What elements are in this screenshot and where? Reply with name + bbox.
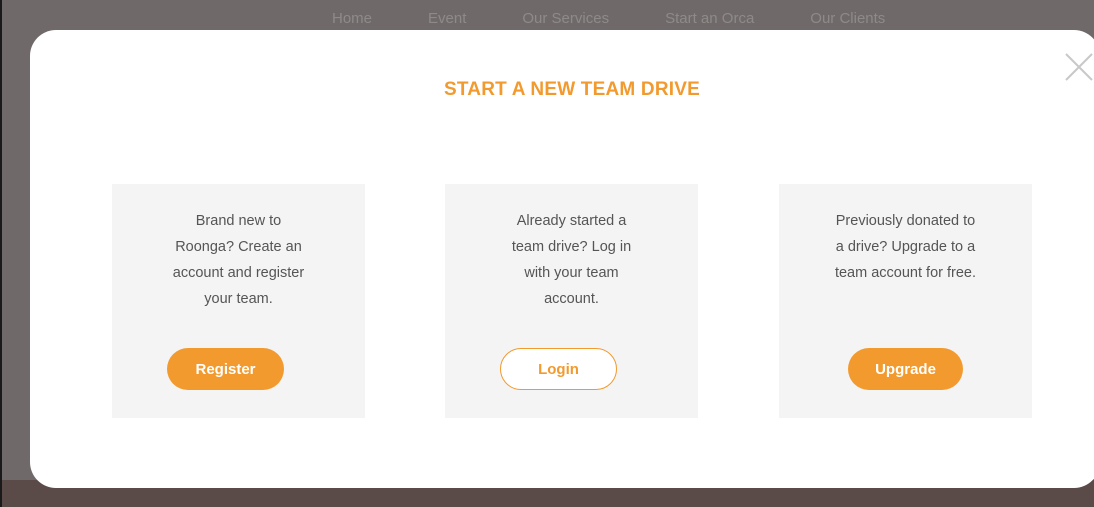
card-text-line: team account for free. <box>834 265 977 281</box>
card-text-line: your team. <box>204 291 273 307</box>
card-text-line: account and register <box>172 265 305 281</box>
card-text-line: with your team <box>524 265 619 281</box>
background-nav-item: Home <box>332 10 373 27</box>
register-card: Brand new to Roonga? Create an account a… <box>112 184 365 418</box>
modal-title: START A NEW TEAM DRIVE <box>444 79 700 100</box>
card-text-line: account. <box>544 291 599 307</box>
register-button[interactable]: Register <box>167 348 284 390</box>
card-text-line: a drive? Upgrade to a <box>835 239 976 255</box>
upgrade-card-description: Previously donated to a drive? Upgrade t… <box>789 208 1022 286</box>
card-text-line: Roonga? Create an <box>175 239 302 255</box>
background-nav-item: Our Services <box>522 10 610 27</box>
register-card-description: Brand new to Roonga? Create an account a… <box>132 208 345 312</box>
card-text-line: team drive? Log in <box>511 239 632 255</box>
card-text-line: Already started a <box>516 213 627 229</box>
upgrade-button[interactable]: Upgrade <box>848 348 963 390</box>
login-card-description: Already started a team drive? Log in wit… <box>465 208 678 312</box>
upgrade-card: Previously donated to a drive? Upgrade t… <box>779 184 1032 418</box>
background-nav-item: Event <box>428 10 467 27</box>
background-nav: Home Event Our Services Start an Orca Ou… <box>332 10 885 27</box>
login-button[interactable]: Login <box>500 348 617 390</box>
card-text-line: Brand new to <box>195 213 282 229</box>
login-card: Already started a team drive? Log in wit… <box>445 184 698 418</box>
card-text-line: Previously donated to <box>835 213 976 229</box>
screen: Home Event Our Services Start an Orca Ou… <box>0 0 1094 507</box>
background-nav-item: Our Clients <box>810 10 886 27</box>
background-nav-item: Start an Orca <box>665 10 755 27</box>
